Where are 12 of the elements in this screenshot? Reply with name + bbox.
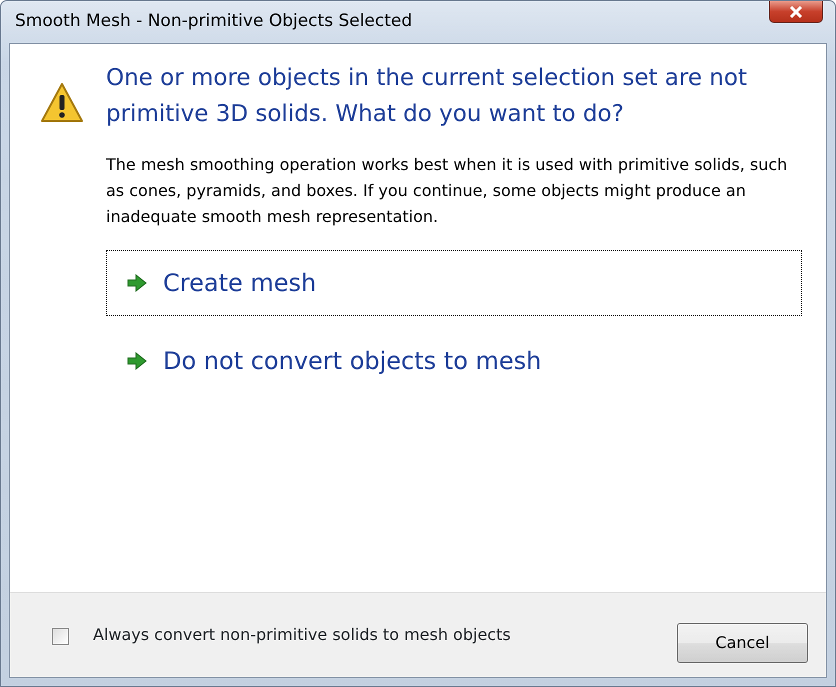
warning-icon — [40, 82, 84, 124]
cancel-button[interactable]: Cancel — [677, 623, 808, 663]
arrow-icon — [127, 352, 147, 370]
close-button[interactable] — [769, 1, 823, 23]
arrow-icon — [127, 274, 147, 292]
command-link[interactable]: Create mesh — [106, 250, 802, 316]
checkbox-label: Always convert non-primitive solids to mesh objects — [93, 624, 512, 646]
window-title: Smooth Mesh - Non-primitive Objects Selected — [15, 10, 412, 34]
checkbox[interactable] — [52, 628, 69, 645]
dialog-heading: One or more objects in the current selection set are not primitive 3D solids. What do you want to do? — [106, 64, 748, 129]
dialog-message: The mesh smoothing operation works best when it is used with primitive solids, such as cones, pyramids, and boxes. If you continue, some objects might produce an inadequate smooth mesh representation. — [106, 154, 788, 228]
close-icon — [789, 6, 803, 18]
